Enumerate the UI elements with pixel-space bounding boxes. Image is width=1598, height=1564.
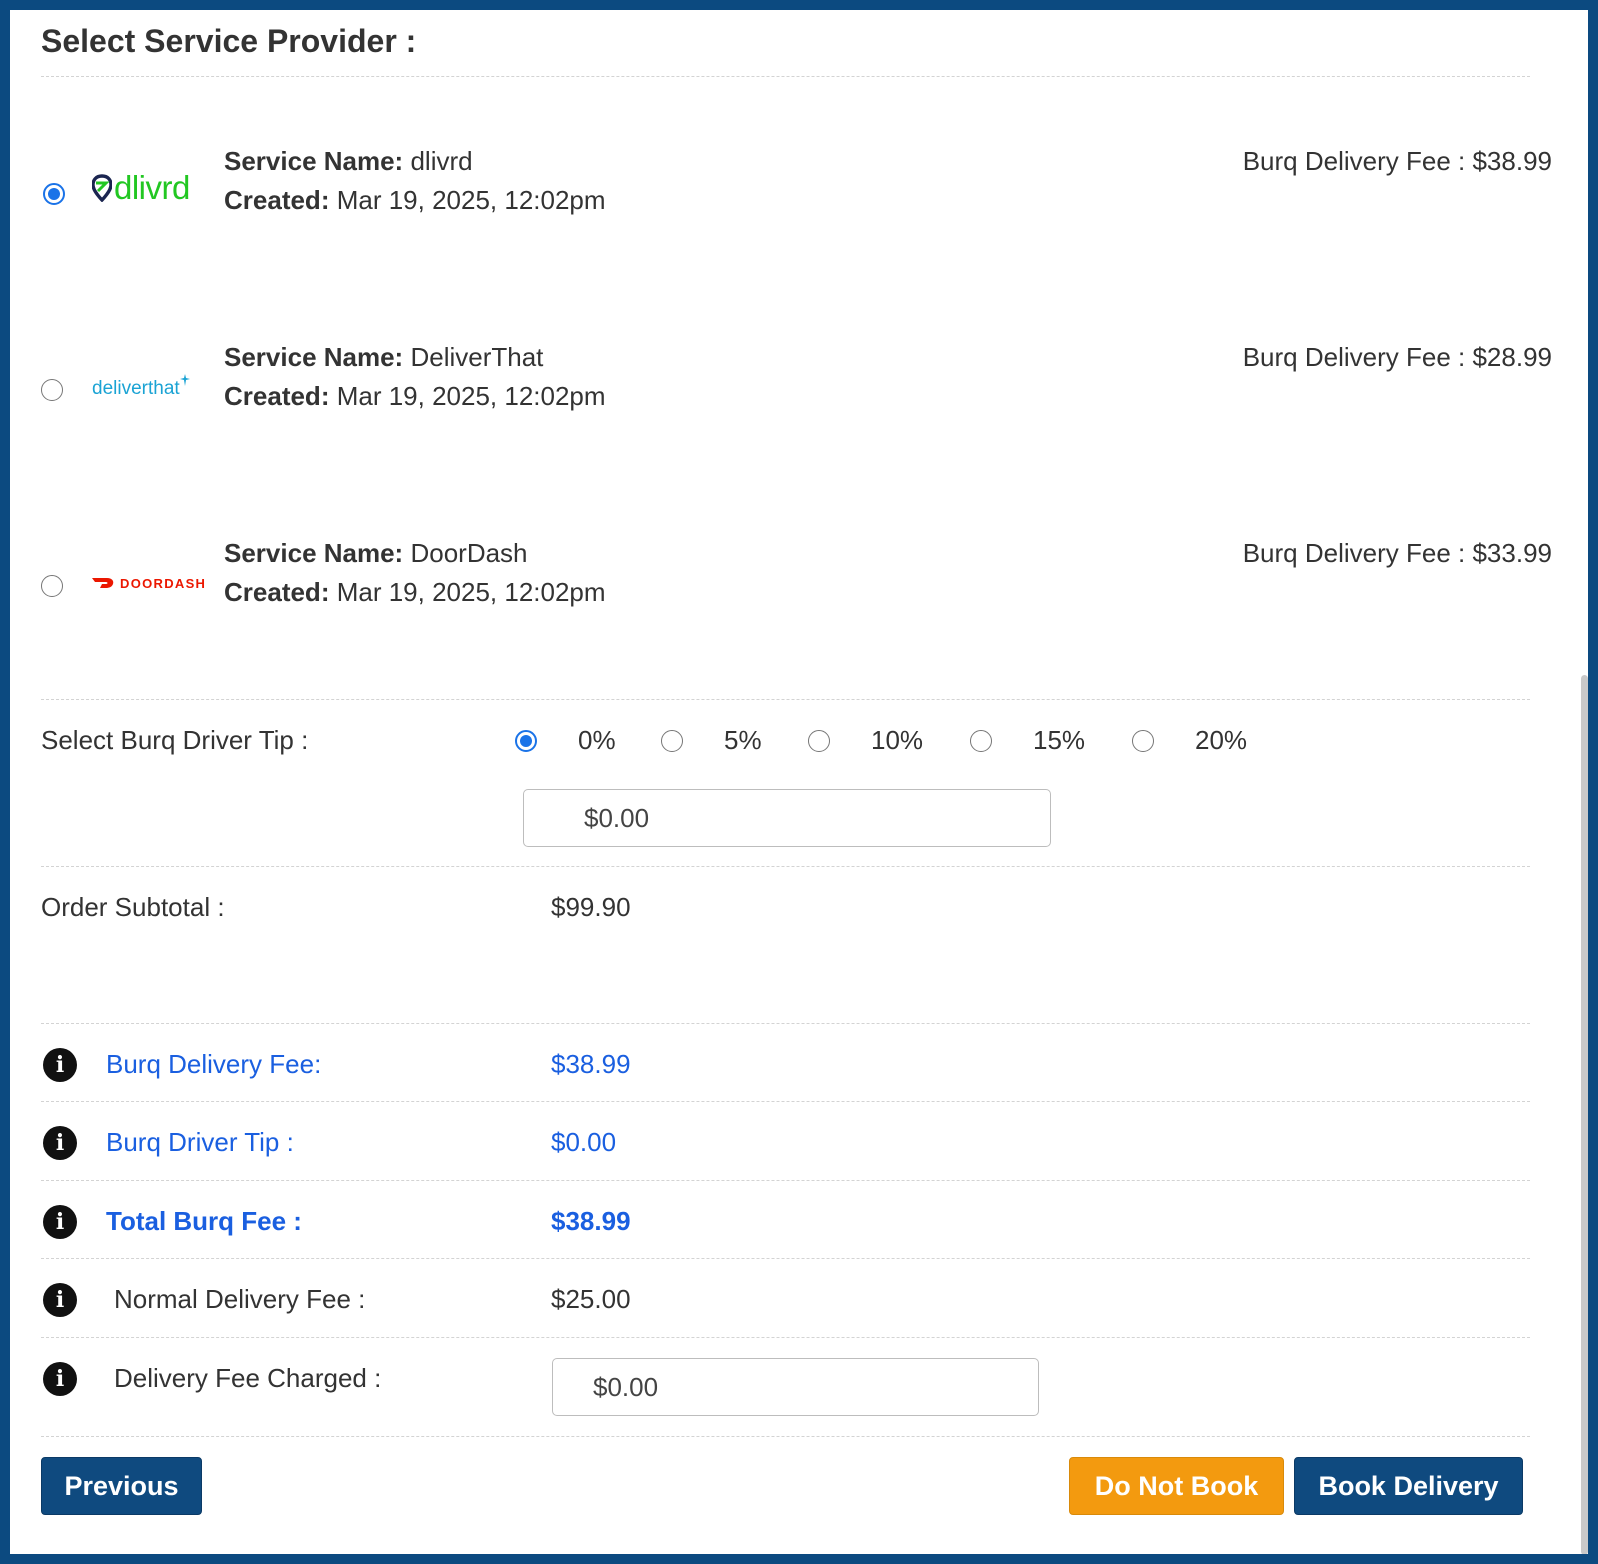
created-value: Mar 19, 2025, 12:02pm: [336, 185, 606, 215]
created-value: Mar 19, 2025, 12:02pm: [336, 577, 606, 607]
provider-created-line: Created: Mar 19, 2025, 12:02pm: [224, 185, 606, 216]
previous-button[interactable]: Previous: [41, 1457, 202, 1515]
info-icon[interactable]: i: [43, 1283, 77, 1317]
tip-radio-20[interactable]: [1132, 730, 1154, 752]
created-label: Created:: [224, 185, 330, 215]
booking-panel: Select Service Provider : dlivrd Service…: [10, 10, 1588, 1554]
divider: [41, 866, 1530, 867]
created-label: Created:: [224, 381, 330, 411]
burq-delivery-fee-label: Burq Delivery Fee:: [106, 1049, 322, 1079]
provider-fee: Burq Delivery Fee : $28.99: [1242, 342, 1552, 372]
tip-label: Select Burq Driver Tip :: [41, 725, 309, 755]
provider-radio-deliverthat[interactable]: [41, 379, 63, 401]
provider-fee: Burq Delivery Fee : $38.99: [1242, 146, 1552, 176]
provider-name-line: Service Name: DoorDash: [224, 538, 528, 569]
divider: [41, 76, 1530, 77]
provider-created-line: Created: Mar 19, 2025, 12:02pm: [224, 381, 606, 412]
subtotal-value: $99.90: [551, 892, 631, 922]
divider: [41, 699, 1530, 700]
total-burq-fee-label: Total Burq Fee :: [106, 1206, 302, 1236]
sparkle-icon: [179, 374, 190, 386]
divider: [41, 1436, 1530, 1437]
provider-fee: Burq Delivery Fee : $33.99: [1242, 538, 1552, 568]
burq-delivery-fee-value: $38.99: [551, 1049, 631, 1079]
tip-option-label: 5%: [724, 725, 762, 755]
divider: [41, 1258, 1530, 1259]
book-delivery-button[interactable]: Book Delivery: [1294, 1457, 1523, 1515]
subtotal-label: Order Subtotal :: [41, 892, 225, 922]
section-title: Select Service Provider :: [41, 23, 417, 59]
service-name-value: dlivrd: [410, 146, 473, 176]
doordash-logo-text: DOORDASH: [120, 576, 207, 591]
service-name-label: Service Name:: [224, 146, 404, 176]
location-pin-icon: [91, 174, 113, 203]
deliverthat-logo: deliverthat: [92, 374, 190, 400]
provider-radio-dlivrd[interactable]: [43, 183, 65, 205]
tip-amount-input[interactable]: [523, 789, 1051, 847]
dlivrd-logo-text: dlivrd: [114, 169, 190, 206]
scrollbar[interactable]: [1581, 675, 1588, 1554]
doordash-logo: DOORDASH: [92, 576, 206, 591]
provider-created-line: Created: Mar 19, 2025, 12:02pm: [224, 577, 606, 608]
info-icon[interactable]: i: [43, 1048, 77, 1082]
normal-delivery-fee-value: $25.00: [551, 1284, 631, 1314]
divider: [41, 1180, 1530, 1181]
divider: [41, 1337, 1530, 1338]
deliverthat-logo-text: deliverthat: [92, 378, 180, 399]
divider: [41, 1101, 1530, 1102]
info-icon[interactable]: i: [43, 1205, 77, 1239]
divider: [41, 1023, 1530, 1024]
tip-option-label: 15%: [1033, 725, 1086, 755]
service-name-value: DoorDash: [410, 538, 528, 568]
tip-radio-0[interactable]: [515, 730, 537, 752]
provider-name-line: Service Name: dlivrd: [224, 146, 473, 177]
info-icon[interactable]: i: [43, 1362, 77, 1396]
tip-radio-10[interactable]: [808, 730, 830, 752]
delivery-fee-charged-input[interactable]: [552, 1358, 1039, 1416]
service-name-value: DeliverThat: [410, 342, 544, 372]
service-name-label: Service Name:: [224, 342, 404, 372]
created-label: Created:: [224, 577, 330, 607]
delivery-fee-charged-label: Delivery Fee Charged :: [114, 1363, 382, 1393]
tip-option-label: 10%: [871, 725, 924, 755]
tip-option-label: 20%: [1195, 725, 1248, 755]
tip-option-label: 0%: [578, 725, 616, 755]
created-value: Mar 19, 2025, 12:02pm: [336, 381, 606, 411]
burq-driver-tip-value: $0.00: [551, 1127, 617, 1157]
dlivrd-logo: dlivrd: [91, 169, 190, 207]
burq-driver-tip-label: Burq Driver Tip :: [106, 1127, 294, 1157]
doordash-dash-icon: [92, 578, 114, 588]
service-name-label: Service Name:: [224, 538, 404, 568]
total-burq-fee-value: $38.99: [551, 1206, 631, 1236]
tip-radio-5[interactable]: [661, 730, 683, 752]
do-not-book-button[interactable]: Do Not Book: [1069, 1457, 1284, 1515]
tip-radio-15[interactable]: [970, 730, 992, 752]
info-icon[interactable]: i: [43, 1126, 77, 1160]
provider-radio-doordash[interactable]: [41, 575, 63, 597]
normal-delivery-fee-label: Normal Delivery Fee :: [114, 1284, 366, 1314]
provider-name-line: Service Name: DeliverThat: [224, 342, 543, 373]
